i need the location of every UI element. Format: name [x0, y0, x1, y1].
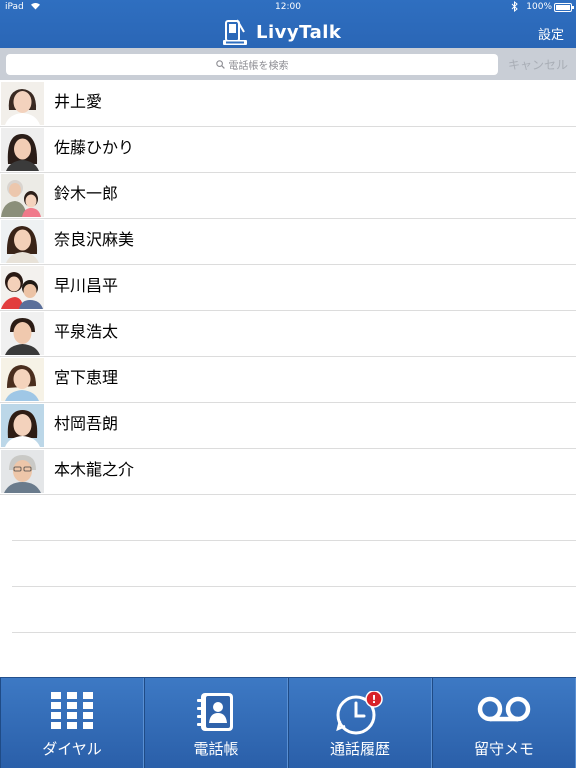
phone-app-icon: [223, 19, 247, 45]
contact-name: 本木龍之介: [54, 460, 135, 479]
phonebook-icon: [197, 693, 233, 731]
contact-row[interactable]: 早川昌平: [0, 265, 576, 311]
settings-button[interactable]: 設定: [538, 24, 564, 43]
avatar: [1, 450, 44, 493]
contact-name: 早川昌平: [54, 276, 119, 295]
voicemail-icon: [477, 696, 531, 722]
tab-voicemail[interactable]: 留守メモ: [432, 678, 576, 768]
tab-label: 留守メモ: [473, 740, 534, 758]
bluetooth-icon: [511, 0, 518, 15]
contact-row[interactable]: 宮下恵理: [0, 357, 576, 403]
battery-percent: 100%: [526, 2, 552, 12]
contact-name: 村岡吾朗: [54, 414, 119, 433]
cancel-button[interactable]: キャンセル: [508, 56, 568, 73]
contact-row[interactable]: 本木龍之介: [0, 449, 576, 495]
contact-row[interactable]: 奈良沢麻美: [0, 219, 576, 265]
tab-dial[interactable]: ダイヤル: [0, 678, 144, 768]
contact-row[interactable]: 平泉浩太: [0, 311, 576, 357]
contact-name: 奈良沢麻美: [54, 230, 135, 249]
contact-list: 井上愛 佐藤ひかり 鈴木一郎 奈良沢麻美 早川昌平 平泉浩太 宮下恵理 村岡吾朗…: [0, 81, 576, 677]
avatar: [1, 82, 44, 125]
avatar: [1, 174, 44, 217]
contact-row[interactable]: 村岡吾朗: [0, 403, 576, 449]
avatar: [1, 358, 44, 401]
header: iPad 12:00 100% LivyTalk 設定: [0, 0, 576, 48]
svg-text:!: !: [371, 693, 376, 706]
search-placeholder: 電話帳を検索: [228, 61, 289, 72]
contact-name: 平泉浩太: [54, 322, 119, 341]
tab-phonebook[interactable]: 電話帳: [144, 678, 288, 768]
search-icon: [215, 60, 225, 69]
search-input[interactable]: 電話帳を検索: [6, 54, 498, 75]
empty-row: [12, 541, 576, 587]
app-screen: iPad 12:00 100% LivyTalk 設定 電話帳を検索 キャンセル…: [0, 0, 576, 768]
call-history-icon: !: [336, 691, 383, 735]
contact-row[interactable]: 佐藤ひかり: [0, 127, 576, 173]
tab-call-history[interactable]: ! 通話履歴: [288, 678, 432, 768]
contact-row[interactable]: 鈴木一郎: [0, 173, 576, 219]
search-bar: 電話帳を検索 キャンセル: [0, 48, 576, 80]
avatar: [1, 220, 44, 263]
contact-name: 佐藤ひかり: [54, 138, 135, 157]
avatar: [1, 312, 44, 355]
tab-label: 通話履歴: [329, 740, 390, 758]
contact-row[interactable]: 井上愛: [0, 81, 576, 127]
avatar: [1, 128, 44, 171]
contact-name: 井上愛: [54, 92, 103, 111]
app-logo: LivyTalk: [222, 18, 341, 46]
battery-icon: [554, 3, 574, 12]
contact-name: 宮下恵理: [54, 368, 119, 387]
dialpad-icon: [51, 692, 93, 729]
clock: 12:00: [275, 2, 301, 12]
status-bar: iPad 12:00 100%: [0, 0, 576, 16]
tab-label: ダイヤル: [42, 740, 102, 758]
avatar: [1, 404, 44, 447]
nav-bar: LivyTalk 設定: [0, 16, 576, 48]
empty-row: [12, 495, 576, 541]
tab-bar: ダイヤル 電話帳 ! 通話履歴 留守メモ: [0, 677, 576, 768]
tab-label: 電話帳: [193, 740, 239, 758]
avatar: [1, 266, 44, 309]
contact-name: 鈴木一郎: [54, 184, 119, 203]
app-title: LivyTalk: [256, 21, 342, 43]
empty-row: [12, 587, 576, 633]
